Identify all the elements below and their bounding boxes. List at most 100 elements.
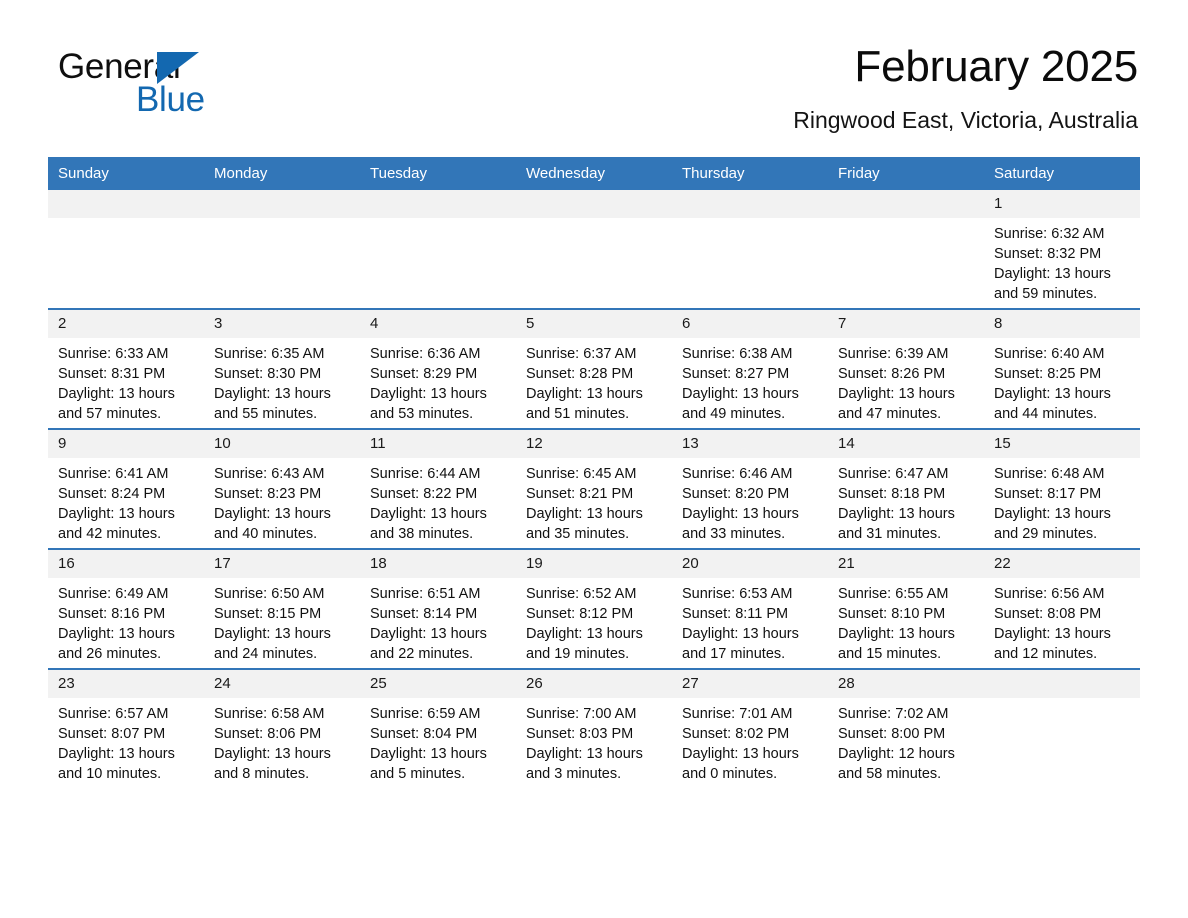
day-details: Sunrise: 6:40 AM Sunset: 8:25 PM Dayligh… — [994, 346, 1111, 422]
day-details: Sunrise: 6:53 AM Sunset: 8:11 PM Dayligh… — [682, 586, 799, 662]
day-number: 25 — [360, 670, 516, 698]
logo-text-blue: Blue — [136, 80, 205, 119]
day-number: 16 — [48, 550, 204, 578]
weekday-header-wednesday: Wednesday — [516, 157, 672, 190]
day-cell — [516, 190, 672, 309]
day-cell[interactable]: 10 Sunrise: 6:43 AM Sunset: 8:23 PM Dayl… — [204, 428, 360, 549]
day-cell[interactable]: 22 Sunrise: 6:56 AM Sunset: 8:08 PM Dayl… — [984, 548, 1140, 669]
day-number: 20 — [672, 550, 828, 578]
day-cell[interactable]: 8 Sunrise: 6:40 AM Sunset: 8:25 PM Dayli… — [984, 308, 1140, 429]
day-number: 11 — [360, 430, 516, 458]
day-number — [828, 190, 984, 218]
day-cell[interactable]: 18 Sunrise: 6:51 AM Sunset: 8:14 PM Dayl… — [360, 548, 516, 669]
day-cell — [828, 190, 984, 309]
day-cell[interactable]: 7 Sunrise: 6:39 AM Sunset: 8:26 PM Dayli… — [828, 308, 984, 429]
day-number: 1 — [984, 190, 1140, 218]
page-title: February 2025 — [854, 42, 1138, 91]
weekday-header-sunday: Sunday — [48, 157, 204, 190]
day-details: Sunrise: 6:51 AM Sunset: 8:14 PM Dayligh… — [370, 586, 487, 662]
day-details: Sunrise: 6:52 AM Sunset: 8:12 PM Dayligh… — [526, 586, 643, 662]
generalblue-logo[interactable]: General Blue — [58, 48, 318, 128]
day-number — [360, 190, 516, 218]
day-number: 23 — [48, 670, 204, 698]
day-number: 27 — [672, 670, 828, 698]
day-number: 22 — [984, 550, 1140, 578]
day-details: Sunrise: 6:55 AM Sunset: 8:10 PM Dayligh… — [838, 586, 955, 662]
day-cell[interactable]: 23 Sunrise: 6:57 AM Sunset: 8:07 PM Dayl… — [48, 668, 204, 788]
day-cell — [672, 190, 828, 309]
day-details: Sunrise: 6:33 AM Sunset: 8:31 PM Dayligh… — [58, 346, 175, 422]
day-number: 18 — [360, 550, 516, 578]
day-details: Sunrise: 7:00 AM Sunset: 8:03 PM Dayligh… — [526, 706, 643, 782]
day-number: 10 — [204, 430, 360, 458]
day-cell[interactable]: 9 Sunrise: 6:41 AM Sunset: 8:24 PM Dayli… — [48, 428, 204, 549]
day-number: 19 — [516, 550, 672, 578]
day-number: 6 — [672, 310, 828, 338]
day-details: Sunrise: 6:32 AM Sunset: 8:32 PM Dayligh… — [994, 226, 1111, 302]
day-cell[interactable]: 2 Sunrise: 6:33 AM Sunset: 8:31 PM Dayli… — [48, 308, 204, 429]
day-number: 14 — [828, 430, 984, 458]
day-details: Sunrise: 6:50 AM Sunset: 8:15 PM Dayligh… — [214, 586, 331, 662]
day-cell — [48, 190, 204, 309]
day-number — [48, 190, 204, 218]
weekday-header-thursday: Thursday — [672, 157, 828, 190]
day-number — [516, 190, 672, 218]
day-cell[interactable]: 27 Sunrise: 7:01 AM Sunset: 8:02 PM Dayl… — [672, 668, 828, 788]
day-details: Sunrise: 6:44 AM Sunset: 8:22 PM Dayligh… — [370, 466, 487, 542]
title-block: February 2025 Ringwood East, Victoria, A… — [793, 40, 1138, 134]
page-subtitle: Ringwood East, Victoria, Australia — [793, 107, 1138, 133]
day-cell[interactable]: 21 Sunrise: 6:55 AM Sunset: 8:10 PM Dayl… — [828, 548, 984, 669]
day-cell[interactable]: 20 Sunrise: 6:53 AM Sunset: 8:11 PM Dayl… — [672, 548, 828, 669]
day-details: Sunrise: 6:56 AM Sunset: 8:08 PM Dayligh… — [994, 586, 1111, 662]
day-cell[interactable]: 5 Sunrise: 6:37 AM Sunset: 8:28 PM Dayli… — [516, 308, 672, 429]
day-number: 7 — [828, 310, 984, 338]
day-cell[interactable]: 19 Sunrise: 6:52 AM Sunset: 8:12 PM Dayl… — [516, 548, 672, 669]
day-details: Sunrise: 6:46 AM Sunset: 8:20 PM Dayligh… — [682, 466, 799, 542]
day-cell — [360, 190, 516, 309]
day-details: Sunrise: 6:35 AM Sunset: 8:30 PM Dayligh… — [214, 346, 331, 422]
calendar-body: 1 Sunrise: 6:32 AM Sunset: 8:32 PM Dayli… — [48, 190, 1140, 788]
day-details: Sunrise: 6:48 AM Sunset: 8:17 PM Dayligh… — [994, 466, 1111, 542]
day-details: Sunrise: 7:01 AM Sunset: 8:02 PM Dayligh… — [682, 706, 799, 782]
day-cell — [984, 668, 1140, 788]
day-details: Sunrise: 6:39 AM Sunset: 8:26 PM Dayligh… — [838, 346, 955, 422]
day-cell[interactable]: 11 Sunrise: 6:44 AM Sunset: 8:22 PM Dayl… — [360, 428, 516, 549]
weekday-header-saturday: Saturday — [984, 157, 1140, 190]
calendar-week-row: 23 Sunrise: 6:57 AM Sunset: 8:07 PM Dayl… — [48, 668, 1140, 788]
day-cell[interactable]: 4 Sunrise: 6:36 AM Sunset: 8:29 PM Dayli… — [360, 308, 516, 429]
day-number — [984, 670, 1140, 698]
day-number — [672, 190, 828, 218]
day-number: 3 — [204, 310, 360, 338]
day-cell[interactable]: 3 Sunrise: 6:35 AM Sunset: 8:30 PM Dayli… — [204, 308, 360, 429]
day-details: Sunrise: 6:45 AM Sunset: 8:21 PM Dayligh… — [526, 466, 643, 542]
day-number: 8 — [984, 310, 1140, 338]
day-number: 24 — [204, 670, 360, 698]
day-number: 21 — [828, 550, 984, 578]
day-details: Sunrise: 6:57 AM Sunset: 8:07 PM Dayligh… — [58, 706, 175, 782]
day-details: Sunrise: 6:49 AM Sunset: 8:16 PM Dayligh… — [58, 586, 175, 662]
day-cell[interactable]: 17 Sunrise: 6:50 AM Sunset: 8:15 PM Dayl… — [204, 548, 360, 669]
day-details: Sunrise: 6:43 AM Sunset: 8:23 PM Dayligh… — [214, 466, 331, 542]
calendar-week-row: 9 Sunrise: 6:41 AM Sunset: 8:24 PM Dayli… — [48, 428, 1140, 549]
day-details: Sunrise: 6:47 AM Sunset: 8:18 PM Dayligh… — [838, 466, 955, 542]
day-cell[interactable]: 6 Sunrise: 6:38 AM Sunset: 8:27 PM Dayli… — [672, 308, 828, 429]
day-cell[interactable]: 12 Sunrise: 6:45 AM Sunset: 8:21 PM Dayl… — [516, 428, 672, 549]
day-number: 28 — [828, 670, 984, 698]
page-header: General Blue February 2025 Ringwood East… — [48, 40, 1140, 150]
day-cell[interactable]: 1 Sunrise: 6:32 AM Sunset: 8:32 PM Dayli… — [984, 190, 1140, 309]
day-details: Sunrise: 6:38 AM Sunset: 8:27 PM Dayligh… — [682, 346, 799, 422]
day-details: Sunrise: 6:58 AM Sunset: 8:06 PM Dayligh… — [214, 706, 331, 782]
day-cell[interactable]: 15 Sunrise: 6:48 AM Sunset: 8:17 PM Dayl… — [984, 428, 1140, 549]
day-cell[interactable]: 14 Sunrise: 6:47 AM Sunset: 8:18 PM Dayl… — [828, 428, 984, 549]
day-cell[interactable]: 28 Sunrise: 7:02 AM Sunset: 8:00 PM Dayl… — [828, 668, 984, 788]
day-details: Sunrise: 6:41 AM Sunset: 8:24 PM Dayligh… — [58, 466, 175, 542]
day-number — [204, 190, 360, 218]
day-details: Sunrise: 6:36 AM Sunset: 8:29 PM Dayligh… — [370, 346, 487, 422]
day-cell[interactable]: 26 Sunrise: 7:00 AM Sunset: 8:03 PM Dayl… — [516, 668, 672, 788]
day-number: 15 — [984, 430, 1140, 458]
day-cell[interactable]: 24 Sunrise: 6:58 AM Sunset: 8:06 PM Dayl… — [204, 668, 360, 788]
day-cell[interactable]: 25 Sunrise: 6:59 AM Sunset: 8:04 PM Dayl… — [360, 668, 516, 788]
day-cell[interactable]: 16 Sunrise: 6:49 AM Sunset: 8:16 PM Dayl… — [48, 548, 204, 669]
day-cell[interactable]: 13 Sunrise: 6:46 AM Sunset: 8:20 PM Dayl… — [672, 428, 828, 549]
month-calendar-table: Sunday Monday Tuesday Wednesday Thursday… — [48, 157, 1140, 788]
